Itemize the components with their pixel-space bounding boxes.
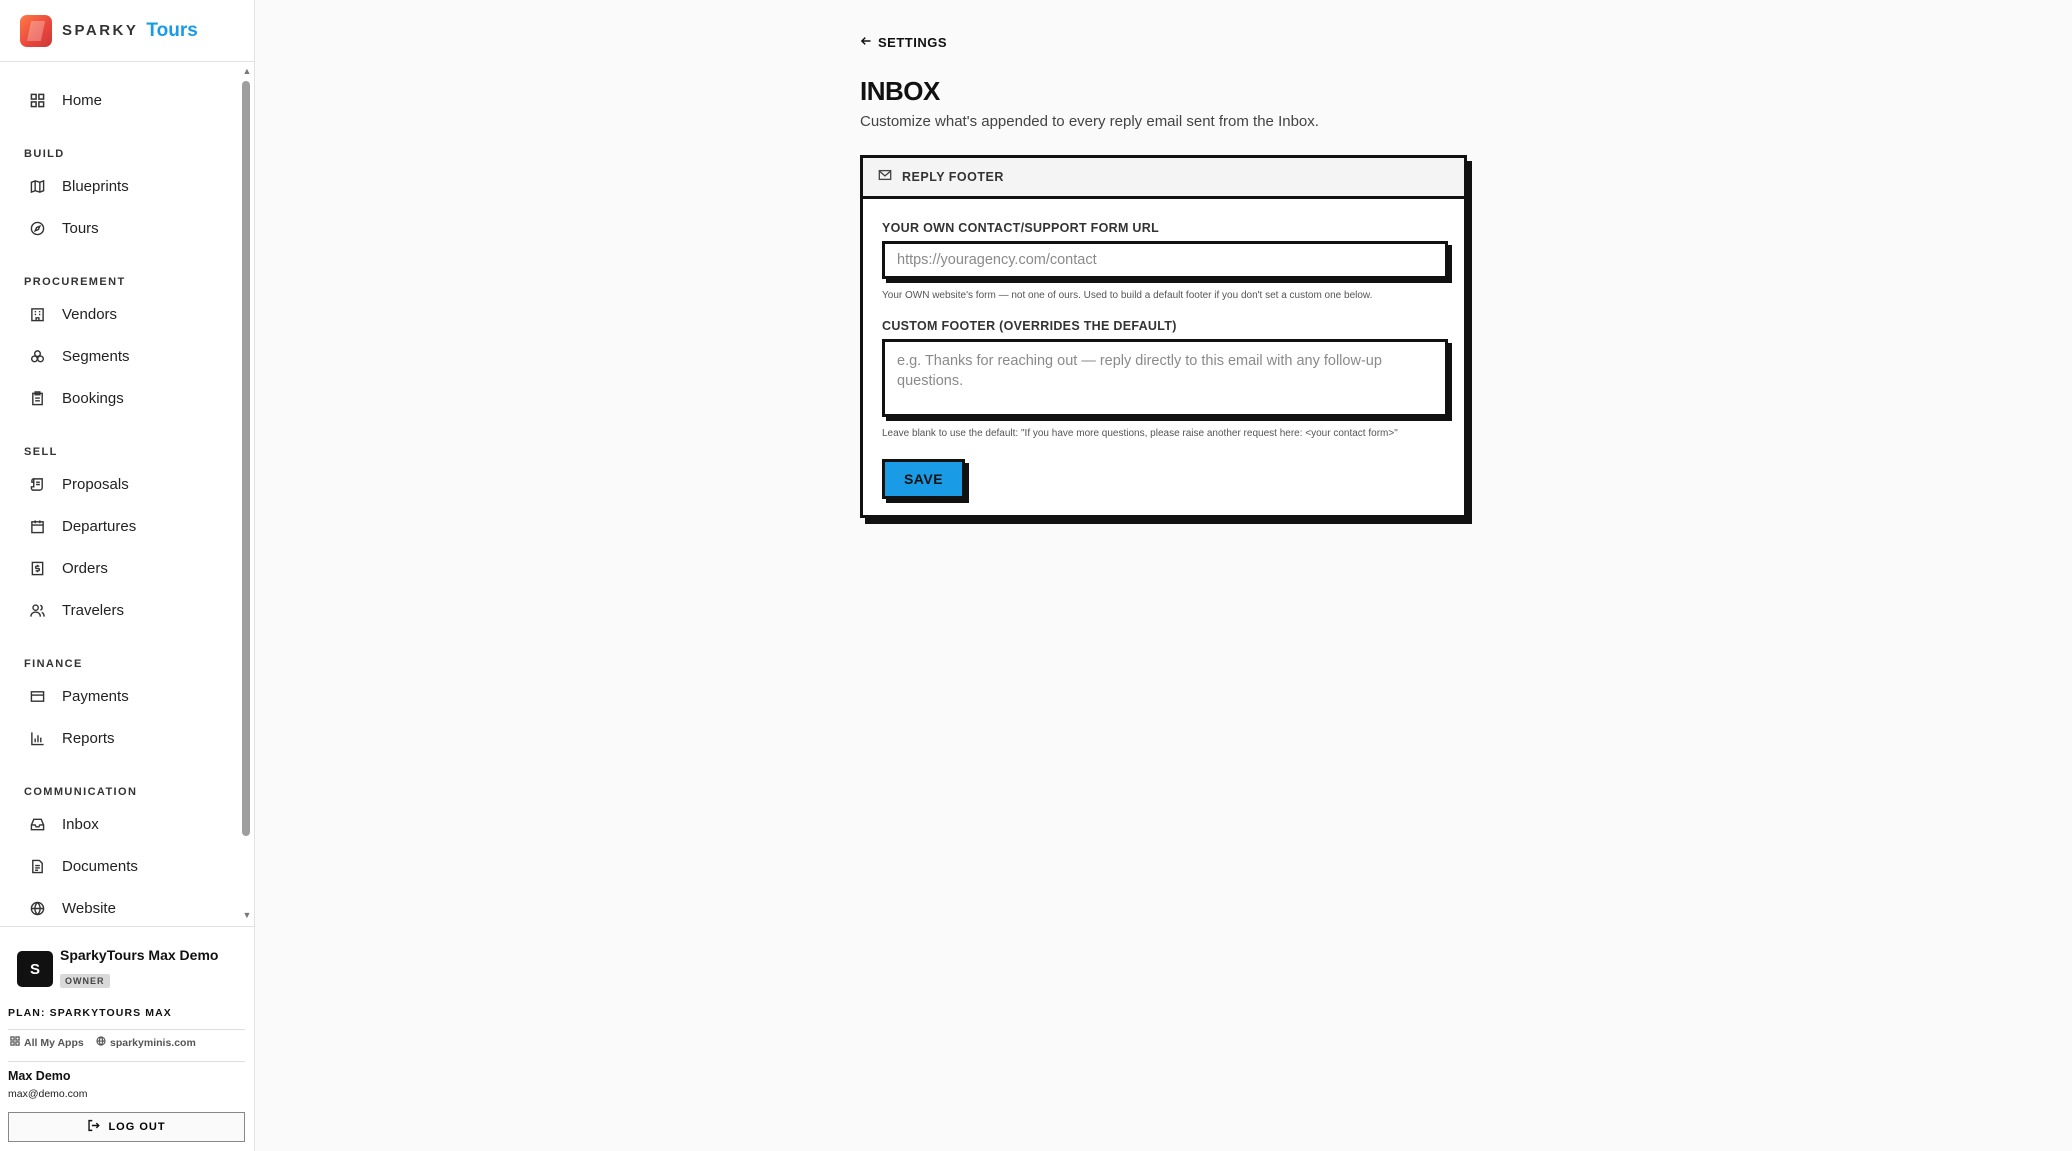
- sidebar-item-documents[interactable]: Documents: [16, 849, 236, 883]
- custom-footer-textarea[interactable]: [882, 339, 1448, 417]
- receipt-dollar-icon: [28, 559, 46, 577]
- map-icon: [28, 177, 46, 195]
- sidebar-item-tours[interactable]: Tours: [16, 211, 236, 245]
- sidebar-item-label: Proposals: [62, 475, 129, 493]
- user-name: Max Demo: [8, 1069, 71, 1083]
- all-apps-link[interactable]: All My Apps: [10, 1036, 84, 1049]
- scroll-thumb[interactable]: [242, 81, 250, 836]
- sidebar-item-label: Segments: [62, 347, 130, 365]
- page-title: INBOX: [860, 76, 940, 106]
- document-icon: [28, 857, 46, 875]
- account-panel: S SparkyTours Max Demo OWNER PLAN: SPARK…: [0, 926, 255, 1151]
- back-label: SETTINGS: [878, 35, 948, 50]
- globe-icon: [96, 1036, 106, 1049]
- back-to-settings-link[interactable]: SETTINGS: [860, 35, 947, 50]
- site-link[interactable]: sparkyminis.com: [96, 1036, 196, 1049]
- sidebar-item-label: Travelers: [62, 601, 124, 619]
- sidebar-item-proposals[interactable]: Proposals: [16, 467, 236, 501]
- building-icon: [28, 305, 46, 323]
- credit-card-icon: [28, 687, 46, 705]
- sidebar-item-bookings[interactable]: Bookings: [16, 381, 236, 415]
- page-subtitle: Customize what's appended to every reply…: [860, 113, 1319, 130]
- logout-button[interactable]: LOG OUT: [8, 1112, 245, 1142]
- logout-icon: [87, 1119, 101, 1135]
- brand-tours-text: Tours: [146, 19, 198, 41]
- nav-section-communication: COMMUNICATION: [24, 786, 138, 798]
- sidebar-item-website[interactable]: Website: [16, 891, 236, 925]
- sidebar-item-label: Departures: [62, 517, 137, 535]
- grid-icon: [28, 91, 46, 109]
- mail-icon: [878, 168, 892, 187]
- footer-field-wrapper: [882, 339, 1452, 422]
- sidebar-nav: Home BUILD Blueprints Tours PROCUREMENT …: [0, 63, 240, 925]
- globe-icon: [28, 899, 46, 917]
- grid-icon: [10, 1036, 20, 1049]
- sidebar-item-payments[interactable]: Payments: [16, 679, 236, 713]
- url-help-text: Your OWN website's form — not one of our…: [882, 290, 1373, 301]
- nav-section-procurement: PROCUREMENT: [24, 276, 126, 288]
- sidebar-item-label: Tours: [62, 219, 99, 237]
- bar-chart-icon: [28, 729, 46, 747]
- sidebar-item-label: Documents: [62, 857, 138, 875]
- sidebar-item-label: Blueprints: [62, 177, 129, 195]
- sidebar-item-orders[interactable]: Orders: [16, 551, 236, 585]
- nav-section-sell: SELL: [24, 446, 58, 458]
- sidebar-item-travelers[interactable]: Travelers: [16, 593, 236, 627]
- sidebar-item-label: Orders: [62, 559, 108, 577]
- arrow-left-icon: [860, 35, 872, 50]
- plan-label: PLAN: SPARKYTOURS MAX: [8, 1007, 172, 1019]
- sidebar-item-label: Inbox: [62, 815, 99, 833]
- org-name: SparkyTours Max Demo: [60, 947, 219, 963]
- footer-field-label: CUSTOM FOOTER (OVERRIDES THE DEFAULT): [882, 319, 1177, 333]
- brand-logo: [20, 14, 52, 47]
- sidebar-item-label: Reports: [62, 729, 115, 747]
- sidebar-item-departures[interactable]: Departures: [16, 509, 236, 543]
- scroll-up-arrow-icon[interactable]: ▲: [241, 66, 253, 76]
- sidebar-item-label: Website: [62, 899, 116, 917]
- save-button[interactable]: SAVE: [882, 459, 965, 499]
- all-apps-label: All My Apps: [24, 1036, 84, 1049]
- url-field-label: YOUR OWN CONTACT/SUPPORT FORM URL: [882, 221, 1160, 235]
- scroll-down-arrow-icon[interactable]: ▼: [241, 910, 253, 920]
- sidebar-item-label: Payments: [62, 687, 129, 705]
- sidebar-item-blueprints[interactable]: Blueprints: [16, 169, 236, 203]
- org-avatar: S: [17, 951, 53, 987]
- sidebar-item-segments[interactable]: Segments: [16, 339, 236, 373]
- sidebar: SPARKY Tours Home BUILD Blueprints Tours…: [0, 0, 255, 1151]
- calendar-icon: [28, 517, 46, 535]
- footer-help-text: Leave blank to use the default: "If you …: [882, 428, 1398, 439]
- sidebar-item-label: Home: [62, 91, 103, 109]
- card-header: REPLY FOOTER: [863, 158, 1464, 199]
- inbox-icon: [28, 815, 46, 833]
- users-icon: [28, 601, 46, 619]
- site-label: sparkyminis.com: [110, 1036, 196, 1049]
- sidebar-item-label: Vendors: [62, 305, 118, 323]
- sidebar-item-inbox[interactable]: Inbox: [16, 807, 236, 841]
- scroll-icon: [28, 475, 46, 493]
- user-email: max@demo.com: [8, 1088, 88, 1100]
- role-badge: OWNER: [60, 974, 110, 988]
- nav-section-finance: FINANCE: [24, 658, 83, 670]
- reply-footer-card: REPLY FOOTER YOUR OWN CONTACT/SUPPORT FO…: [860, 155, 1467, 518]
- brand-sparky-text: SPARKY: [62, 22, 139, 39]
- contact-url-input[interactable]: [882, 241, 1448, 279]
- sidebar-item-vendors[interactable]: Vendors: [16, 297, 236, 331]
- divider: [8, 1061, 245, 1062]
- nav-section-build: BUILD: [24, 148, 65, 160]
- brand[interactable]: SPARKY Tours: [0, 0, 254, 62]
- sidebar-item-home[interactable]: Home: [16, 83, 236, 117]
- compass-icon: [28, 219, 46, 237]
- divider: [8, 1029, 245, 1030]
- url-field-wrapper: [882, 241, 1452, 283]
- card-title: REPLY FOOTER: [902, 170, 1004, 184]
- sidebar-item-label: Bookings: [62, 389, 124, 407]
- segments-icon: [28, 347, 46, 365]
- clipboard-icon: [28, 389, 46, 407]
- sidebar-scrollbar[interactable]: ▲ ▼: [240, 63, 254, 925]
- sidebar-item-reports[interactable]: Reports: [16, 721, 236, 755]
- logout-label: LOG OUT: [108, 1121, 166, 1133]
